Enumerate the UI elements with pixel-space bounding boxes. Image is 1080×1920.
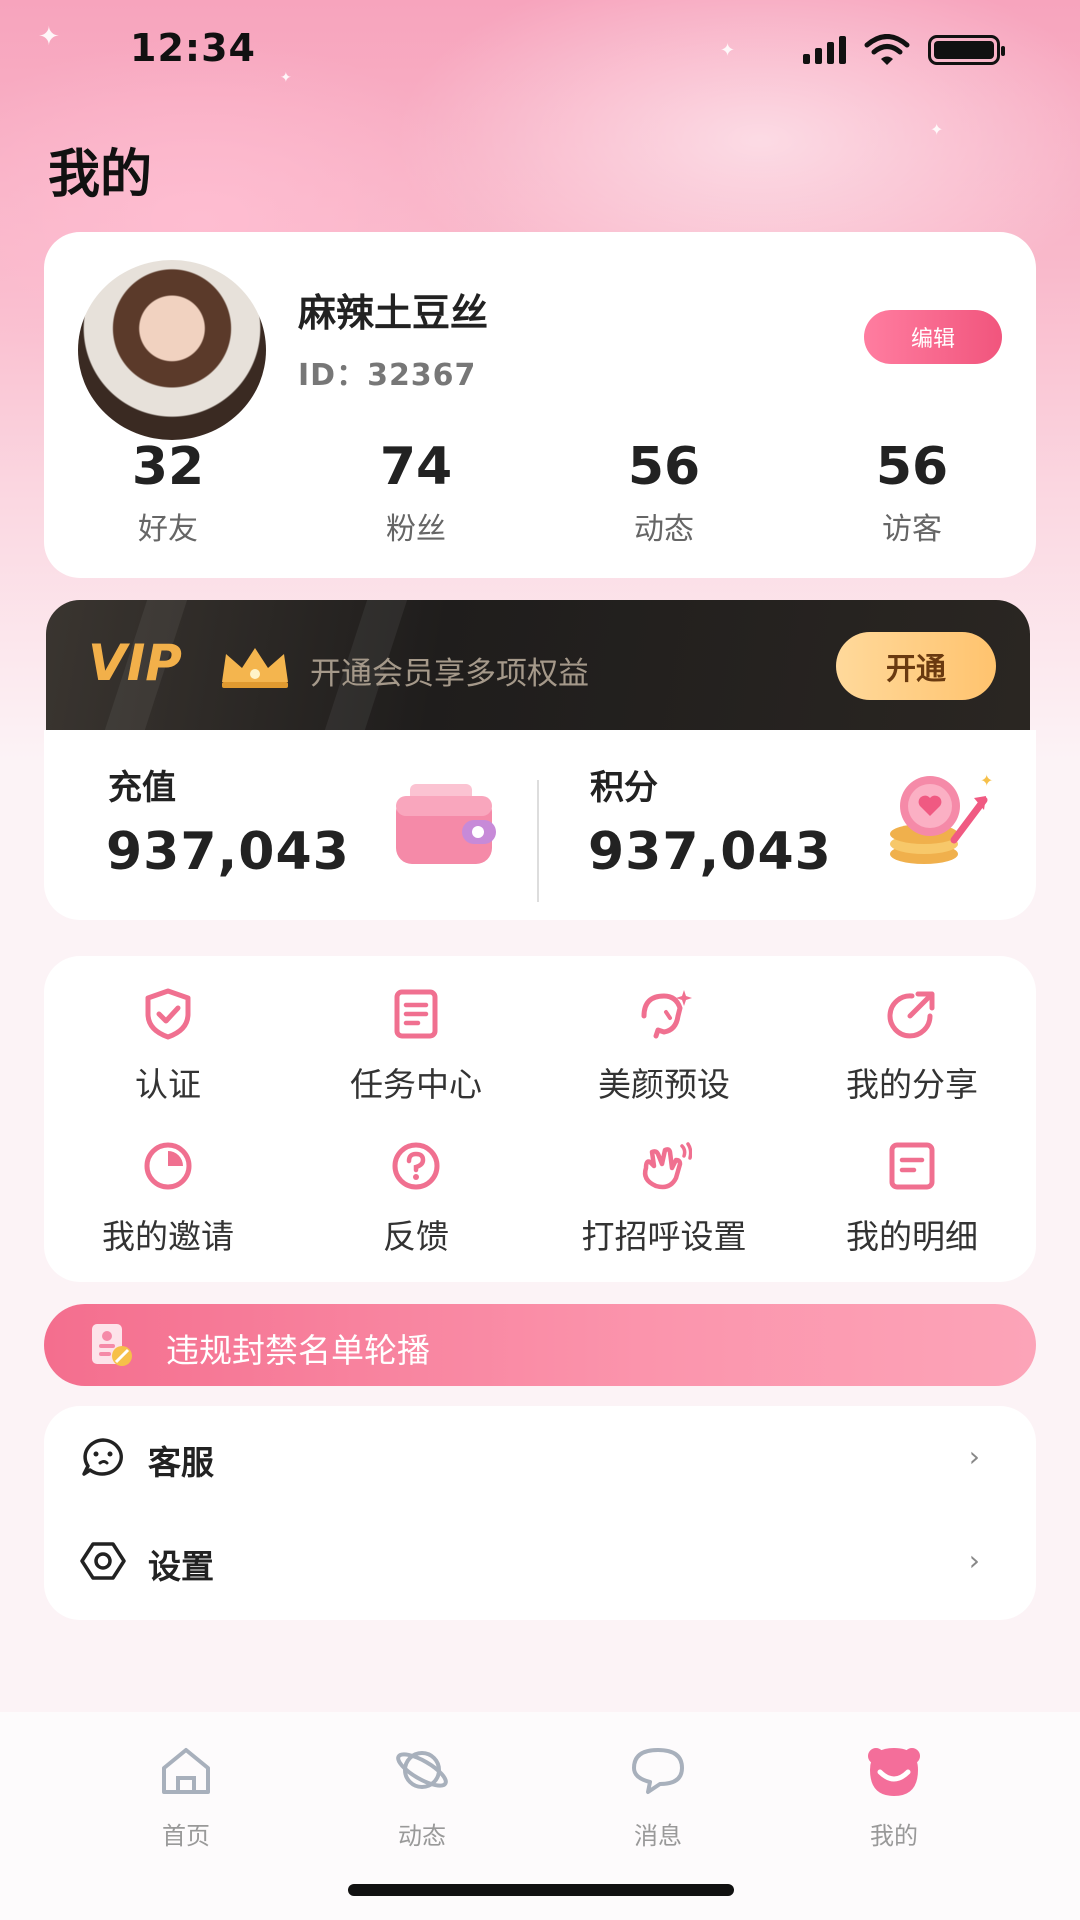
cellular-signal-icon [803,36,846,64]
banner-text: 违规封禁名单轮播 [166,1331,430,1370]
stat-fans[interactable]: 74 粉丝 [292,436,540,548]
profile-card: 麻辣土豆丝 ID：32367 编辑 32 好友 74 粉丝 56 动态 56 访… [44,232,1036,578]
menu-customer-service[interactable]: 客服 › [44,1406,1036,1506]
wallet-divider [537,780,539,902]
settings-gear-icon [80,1542,126,1580]
settings-list: 客服 › 设置 › [44,1406,1036,1620]
feature-label: 认证 [135,1065,201,1104]
stat-label: 粉丝 [386,512,446,547]
status-bar: 12:34 [0,0,1080,100]
feature-beauty-preset[interactable]: 美颜预设 [540,986,788,1106]
feature-feedback[interactable]: 反馈 [292,1138,540,1258]
tab-messages[interactable]: 消息 [598,1742,718,1851]
wifi-icon [864,34,910,65]
feature-task-center[interactable]: 任务中心 [292,986,540,1106]
shield-check-icon [145,988,191,1040]
planet-icon [396,1751,448,1789]
feature-label: 打招呼设置 [581,1217,747,1256]
menu-label: 设置 [148,1547,214,1586]
user-id: ID：32367 [298,358,477,393]
feature-my-details[interactable]: 我的明细 [788,1138,1036,1258]
tab-label: 我的 [870,1822,918,1850]
points-label: 积分 [590,768,658,808]
feature-label: 反馈 [383,1217,449,1256]
wallet-icon [396,784,496,864]
vip-logo: VIP [88,634,182,692]
ban-list-banner[interactable]: 违规封禁名单轮播 [44,1304,1036,1386]
sparkle-icon: ✦ [930,120,944,139]
vip-tagline: 开通会员享多项权益 [310,656,589,692]
recharge-label: 充值 [108,768,176,808]
nickname: 麻辣土豆丝 [298,291,489,335]
chevron-right-icon: › [968,1440,980,1473]
stat-value: 56 [875,437,949,497]
ban-list-icon [92,1324,132,1366]
status-time: 12:34 [130,26,256,70]
tab-home[interactable]: 首页 [126,1742,246,1851]
tab-label: 消息 [634,1822,682,1850]
feature-verify[interactable]: 认证 [44,986,292,1106]
chat-bubble-icon [632,1748,684,1794]
share-icon [887,991,935,1039]
recharge-value: 937,043 [106,822,350,882]
vip-activate-button[interactable]: 开通 [836,632,996,700]
avatar[interactable] [78,260,266,440]
invite-pie-icon [144,1142,192,1190]
menu-settings[interactable]: 设置 › [44,1510,1036,1610]
profile-mascot-icon [868,1748,920,1796]
tab-label: 动态 [398,1822,446,1850]
feature-label: 任务中心 [350,1065,482,1104]
task-list-icon [394,989,438,1039]
menu-label: 客服 [148,1443,214,1482]
recharge-section[interactable]: 充值 937,043 [44,730,540,920]
stat-label: 好友 [138,512,198,547]
vip-banner[interactable]: VIP 开通会员享多项权益 开通 [46,600,1030,730]
points-value: 937,043 [588,822,832,882]
feature-label: 我的分享 [846,1065,978,1104]
home-icon [162,1748,210,1794]
edit-profile-button[interactable]: 编辑 [864,310,1002,364]
stat-friends[interactable]: 32 好友 [44,436,292,548]
feature-greeting-settings[interactable]: 打招呼设置 [540,1138,788,1258]
stat-posts[interactable]: 56 动态 [540,436,788,548]
stat-value: 56 [627,437,701,497]
home-indicator [348,1884,734,1896]
tab-moments[interactable]: 动态 [362,1742,482,1851]
feature-label: 美颜预设 [598,1065,730,1104]
page-title: 我的 [48,145,153,205]
feature-my-share[interactable]: 我的分享 [788,986,1036,1106]
status-icons [803,34,1005,66]
feature-my-invite[interactable]: 我的邀请 [44,1138,292,1258]
wallet-card: 充值 937,043 积分 937,043 ✦ [44,730,1036,920]
question-icon [392,1142,440,1190]
points-section[interactable]: 积分 937,043 ✦ [540,730,1036,920]
chevron-right-icon: › [968,1544,980,1577]
profile-stats: 32 好友 74 粉丝 56 动态 56 访客 [44,436,1036,548]
wave-hand-icon [642,1142,693,1190]
tab-mine[interactable]: 我的 [834,1742,954,1851]
coins-icon: ✦ [890,771,993,864]
stat-label: 访客 [882,512,942,547]
feature-label: 我的明细 [846,1217,978,1256]
customer-service-icon [82,1438,123,1476]
feature-grid: 认证 任务中心 美颜预设 我的分享 我的邀请 反馈 打招呼设置 我的明细 [44,956,1036,1282]
detail-doc-icon [889,1142,935,1190]
svg-text:✦: ✦ [980,771,993,790]
battery-icon [928,35,1005,65]
stat-visitors[interactable]: 56 访客 [788,436,1036,548]
stat-label: 动态 [634,512,694,547]
tab-label: 首页 [162,1822,210,1850]
crown-icon [222,648,288,688]
stat-value: 32 [131,437,205,497]
beauty-face-icon [641,990,692,1039]
feature-label: 我的邀请 [102,1217,234,1256]
stat-value: 74 [379,437,453,497]
